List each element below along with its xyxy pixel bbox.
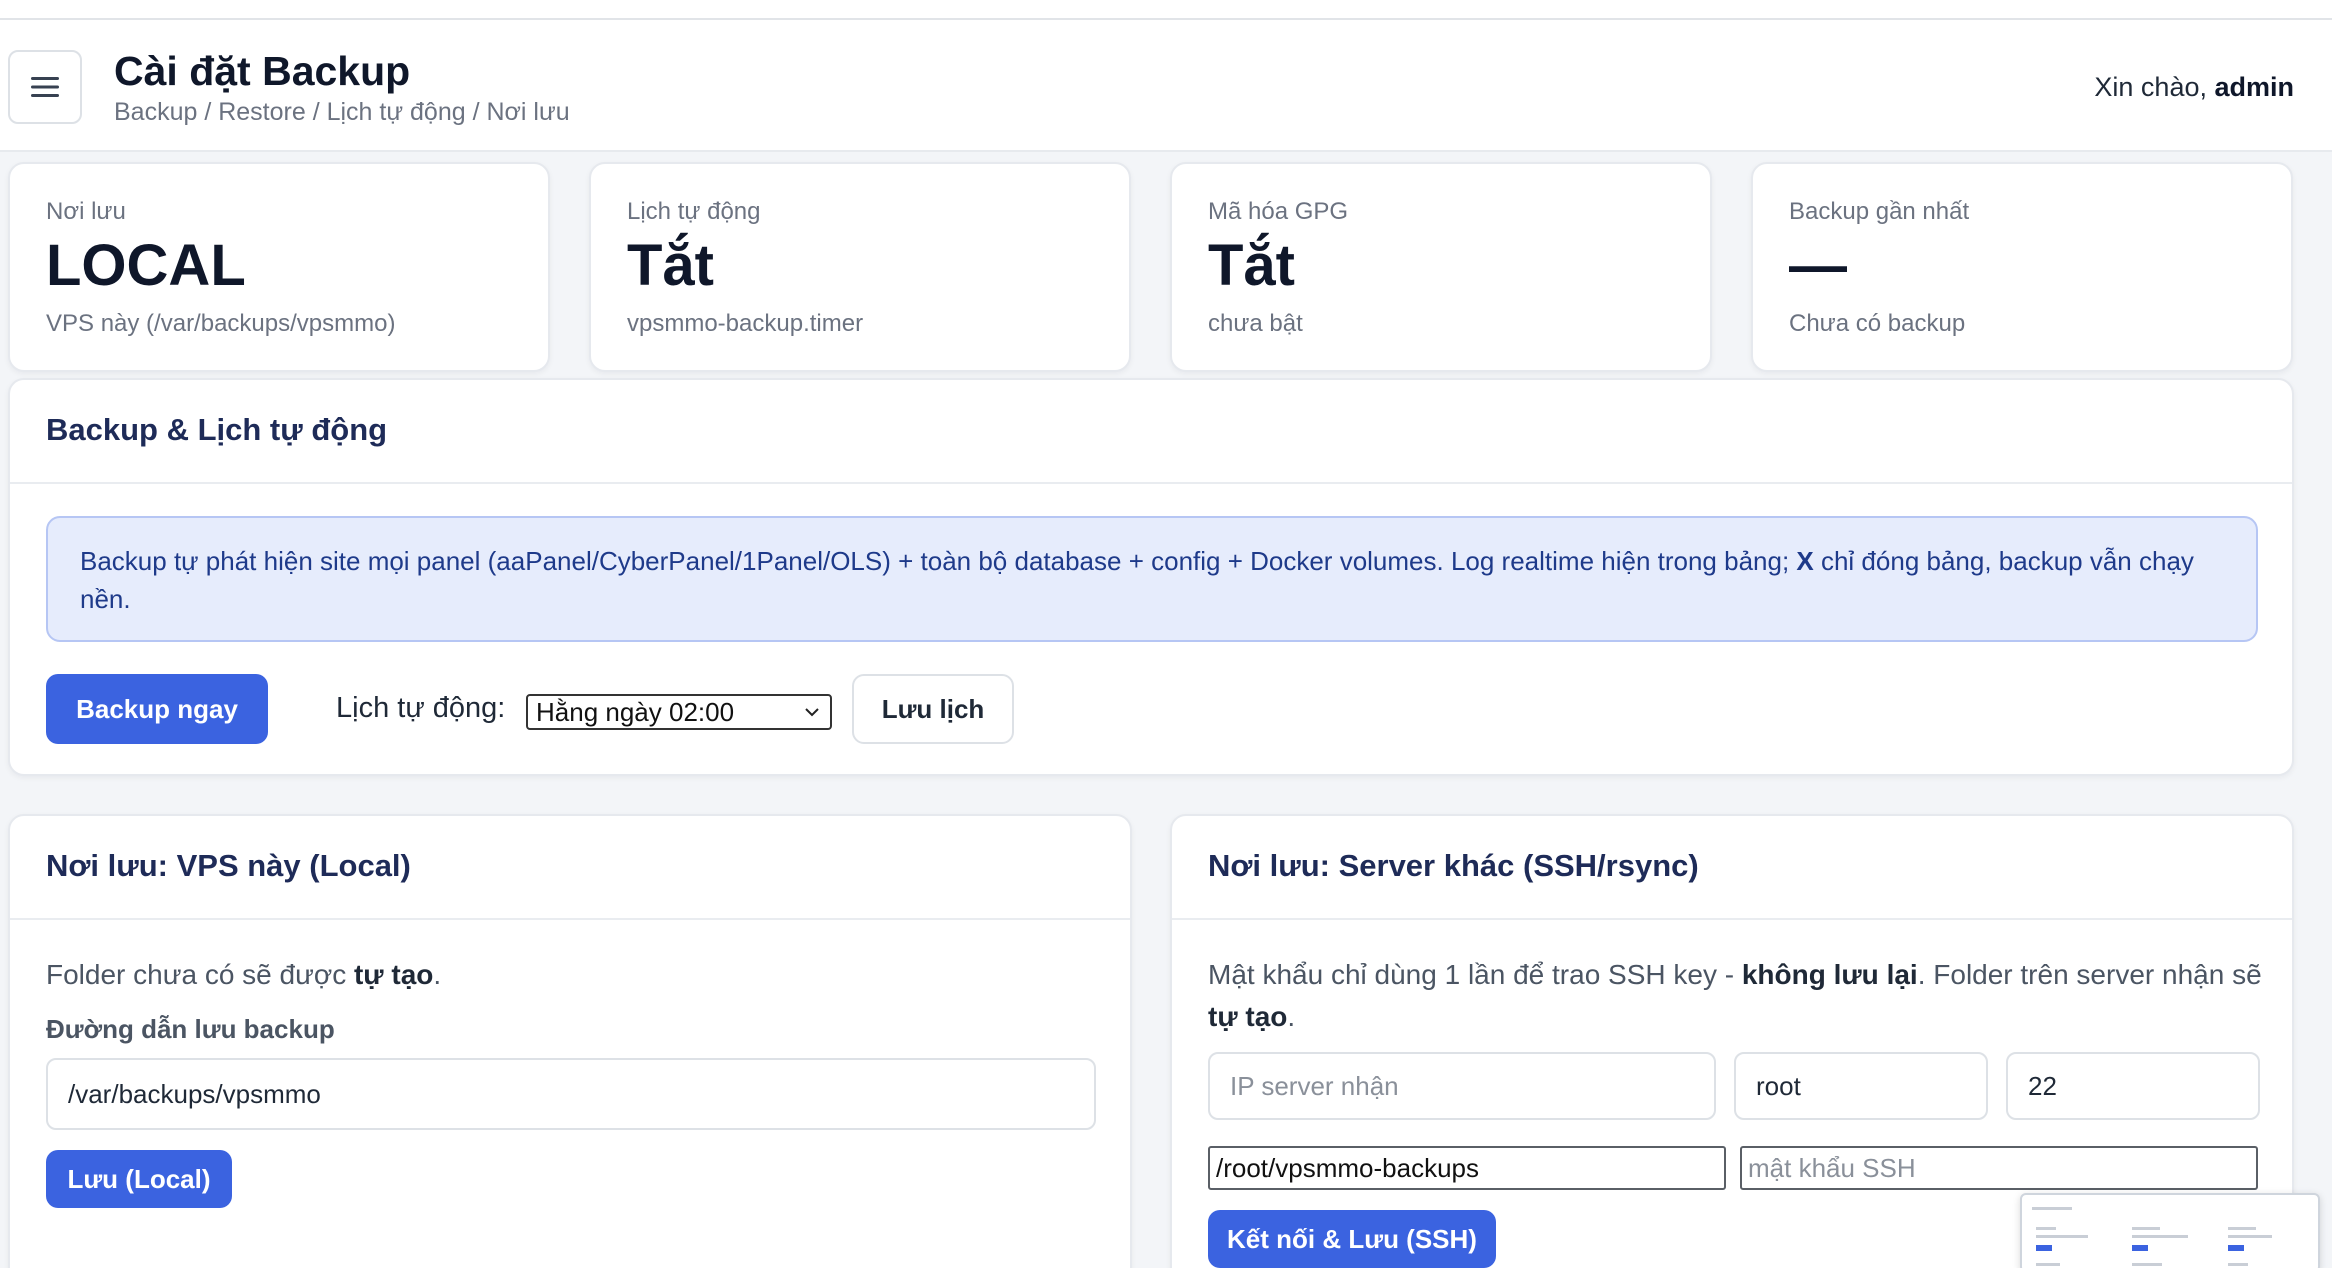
info-bold: X bbox=[1796, 546, 1814, 576]
card-header: Nơi lưu: VPS này (Local) bbox=[10, 816, 1130, 920]
stat-value: Tắt bbox=[627, 233, 714, 298]
local-storage-card: Nơi lưu: VPS này (Local) Folder chưa có … bbox=[8, 814, 1132, 1268]
stat-sub: VPS này (/var/backups/vpsmmo) bbox=[46, 310, 396, 337]
card-header: Nơi lưu: Server khác (SSH/rsync) bbox=[1172, 816, 2292, 920]
user-greeting: Xin chào, admin bbox=[2094, 72, 2294, 103]
page-header: Cài đặt Backup Backup / Restore / Lịch t… bbox=[0, 20, 2332, 152]
stat-label: Nơi lưu bbox=[46, 198, 126, 225]
username: admin bbox=[2214, 72, 2294, 102]
stat-sub: chưa bật bbox=[1208, 310, 1303, 337]
desc-text: Mật khẩu chỉ dùng 1 lần để trao SSH key … bbox=[1208, 959, 1742, 990]
remote-path-input[interactable]: /root/vpsmmo-backups bbox=[1208, 1146, 1726, 1190]
backup-now-button[interactable]: Backup ngay bbox=[46, 674, 268, 744]
desc-text-tail: . bbox=[433, 959, 442, 990]
ssh-password-input[interactable]: mật khẩu SSH bbox=[1740, 1146, 2258, 1190]
schedule-label: Lịch tự động: bbox=[336, 692, 506, 724]
stat-value: LOCAL bbox=[46, 233, 246, 298]
backup-schedule-card: Backup & Lịch tự động Backup tự phát hiệ… bbox=[8, 378, 2294, 776]
greeting-prefix: Xin chào, bbox=[2094, 72, 2215, 102]
stat-card-last-backup: Backup gần nhất — Chưa có backup bbox=[1751, 162, 2293, 372]
stat-label: Backup gần nhất bbox=[1789, 198, 1970, 225]
breadcrumb: Backup / Restore / Lịch tự động / Nơi lư… bbox=[114, 98, 570, 126]
ssh-port-input[interactable]: 22 bbox=[2006, 1052, 2260, 1120]
menu-toggle-button[interactable] bbox=[8, 50, 82, 124]
card-title: Nơi lưu: VPS này (Local) bbox=[46, 848, 411, 883]
stat-card-schedule: Lịch tự động Tắt vpsmmo-backup.timer bbox=[589, 162, 1131, 372]
chevron-down-icon bbox=[805, 708, 819, 717]
save-local-button[interactable]: Lưu (Local) bbox=[46, 1150, 232, 1208]
card-header: Backup & Lịch tự động bbox=[10, 380, 2292, 484]
desc-bold: không lưu lại bbox=[1741, 959, 1918, 990]
stat-sub: vpsmmo-backup.timer bbox=[627, 310, 864, 337]
stat-value: — bbox=[1789, 233, 1847, 298]
stat-label: Mã hóa GPG bbox=[1208, 198, 1349, 225]
local-description: Folder chưa có sẽ được tự tạo. bbox=[46, 954, 1096, 996]
stat-value: Tắt bbox=[1208, 233, 1295, 298]
desc-bold: tự tạo bbox=[353, 959, 434, 990]
card-title: Nơi lưu: Server khác (SSH/rsync) bbox=[1208, 848, 1699, 883]
screenshot-thumbnail[interactable] bbox=[2020, 1193, 2320, 1268]
card-title: Backup & Lịch tự động bbox=[46, 412, 388, 447]
info-text: Backup tự phát hiện site mọi panel (aaPa… bbox=[80, 546, 1797, 576]
connect-save-ssh-button[interactable]: Kết nối & Lưu (SSH) bbox=[1208, 1210, 1496, 1268]
path-label: Đường dẫn lưu backup bbox=[46, 1014, 335, 1044]
schedule-select[interactable]: Hằng ngày 02:00 bbox=[526, 694, 832, 730]
stat-label: Lịch tự động bbox=[627, 198, 761, 225]
top-strip bbox=[0, 0, 2332, 20]
save-schedule-button[interactable]: Lưu lịch bbox=[852, 674, 1014, 744]
ssh-description: Mật khẩu chỉ dùng 1 lần để trao SSH key … bbox=[1208, 954, 2268, 1038]
ssh-user-input[interactable]: root bbox=[1734, 1052, 1988, 1120]
info-alert: Backup tự phát hiện site mọi panel (aaPa… bbox=[46, 516, 2258, 642]
stat-sub: Chưa có backup bbox=[1789, 310, 1966, 337]
ip-server-input[interactable]: IP server nhận bbox=[1208, 1052, 1716, 1120]
hamburger-menu-icon bbox=[31, 77, 59, 97]
desc-text: Folder chưa có sẽ được bbox=[46, 959, 354, 990]
stat-card-gpg: Mã hóa GPG Tắt chưa bật bbox=[1170, 162, 1712, 372]
desc-bold: tự tạo bbox=[1208, 1001, 1288, 1032]
desc-text-tail: . bbox=[1287, 1001, 1296, 1032]
page-title: Cài đặt Backup bbox=[114, 48, 411, 94]
schedule-select-value: Hằng ngày 02:00 bbox=[536, 696, 735, 727]
local-path-input[interactable]: /var/backups/vpsmmo bbox=[46, 1058, 1096, 1130]
desc-text: . Folder trên server nhận sẽ bbox=[1917, 959, 2262, 990]
stat-card-storage: Nơi lưu LOCAL VPS này (/var/backups/vpsm… bbox=[8, 162, 550, 372]
